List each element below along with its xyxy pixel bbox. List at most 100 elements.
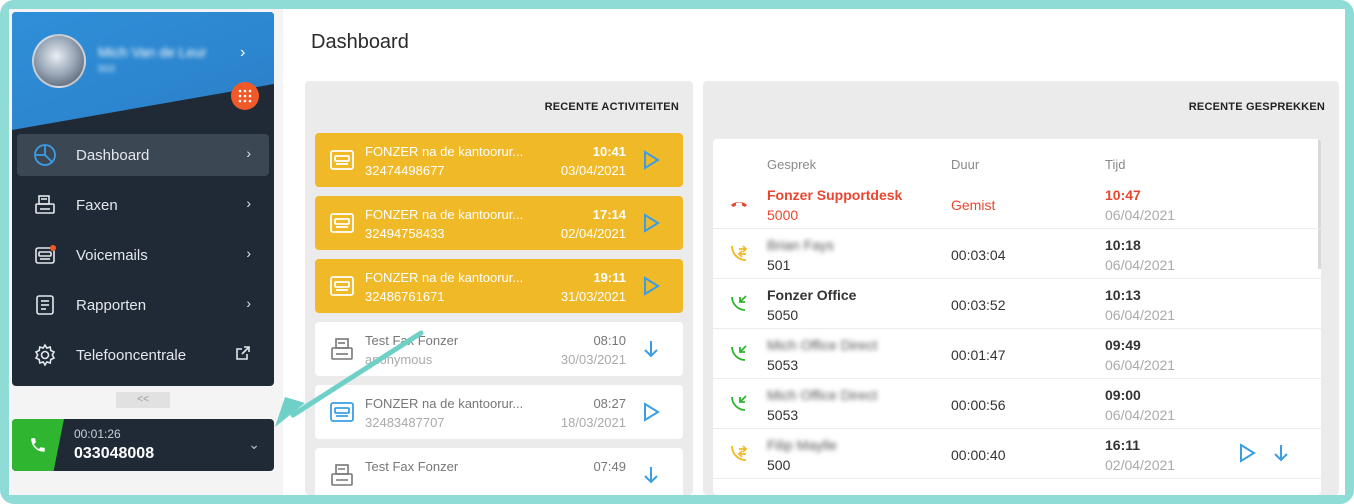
sidebar-item-label: Dashboard bbox=[76, 146, 150, 164]
play-icon[interactable] bbox=[641, 276, 661, 296]
sidebar-item-label: Rapporten bbox=[76, 296, 147, 314]
table-row[interactable]: Fonzer Office 5050 00:03:52 10:13 06/04/… bbox=[713, 279, 1321, 329]
call-date: 06/04/2021 bbox=[1105, 307, 1176, 323]
profile-name: Mich Van de Leur bbox=[98, 44, 207, 60]
transfer-call-icon bbox=[731, 245, 748, 261]
call-time: 09:49 bbox=[1105, 337, 1141, 353]
sidebar-item-voicemails[interactable]: Voicemails › bbox=[17, 234, 269, 276]
activity-time: 08:27 bbox=[593, 396, 626, 411]
avatar[interactable] bbox=[32, 34, 86, 88]
sidebar-item-label: Faxen bbox=[76, 196, 118, 214]
sidebar-collapse-button[interactable]: << bbox=[116, 392, 170, 408]
call-name: Filip Maylle bbox=[767, 437, 838, 453]
sidebar: Mich Van de Leur 503 › Dashboard › Faxen… bbox=[12, 12, 274, 386]
activity-date: 18/03/2021 bbox=[560, 415, 626, 430]
activity-time: 08:10 bbox=[593, 333, 626, 348]
profile-header[interactable]: Mich Van de Leur 503 › bbox=[12, 12, 274, 130]
voicemail-icon bbox=[330, 213, 354, 233]
activity-number: 32483487707 bbox=[365, 415, 445, 430]
table-row[interactable]: Mich Office Direct 5053 00:01:47 09:49 0… bbox=[713, 329, 1321, 379]
chevron-right-icon: › bbox=[246, 195, 251, 211]
call-time: 10:47 bbox=[1105, 187, 1141, 203]
activity-title: FONZER na de kantoorur... bbox=[365, 144, 524, 159]
call-date: 02/04/2021 bbox=[1105, 457, 1176, 473]
call-extension: 500 bbox=[767, 457, 791, 473]
play-icon[interactable] bbox=[641, 150, 661, 170]
download-icon[interactable] bbox=[641, 465, 661, 485]
sidebar-item-faxen[interactable]: Faxen › bbox=[17, 184, 269, 226]
settings-icon bbox=[30, 343, 60, 367]
activity-number: 32474498677 bbox=[365, 163, 445, 178]
activity-title: FONZER na de kantoorur... bbox=[365, 207, 524, 222]
profile-extension: 503 bbox=[98, 64, 115, 75]
fax-icon bbox=[30, 193, 60, 217]
call-extension: 5000 bbox=[767, 207, 799, 223]
activity-title: Test Fax Fonzer bbox=[365, 333, 459, 348]
activity-number: 32486761671 bbox=[365, 289, 445, 304]
call-extension: 5050 bbox=[767, 307, 799, 323]
dialpad-button[interactable] bbox=[231, 82, 259, 110]
sidebar-item-label: Telefooncentrale bbox=[76, 346, 187, 364]
recent-calls-panel: RECENTE GESPREKKEN Gesprek Duur Tijd Fon… bbox=[703, 81, 1339, 495]
activity-item[interactable]: FONZER na de kantoorur... 32474498677 10… bbox=[315, 133, 683, 187]
call-duration: 00:00:40 bbox=[951, 447, 1006, 463]
call-duration: 00:00:56 bbox=[951, 397, 1006, 413]
page-title: Dashboard bbox=[311, 31, 409, 53]
main-content: Dashboard RECENTE ACTIVITEITEN FONZER na… bbox=[283, 9, 1345, 495]
incoming-call-icon bbox=[731, 345, 747, 361]
call-time: 16:11 bbox=[1105, 437, 1141, 453]
panel-heading: RECENTE GESPREKKEN bbox=[1188, 101, 1325, 113]
sidebar-item-telefooncentrale[interactable]: Telefooncentrale bbox=[17, 334, 269, 376]
download-icon[interactable] bbox=[641, 339, 661, 359]
play-icon[interactable] bbox=[641, 402, 661, 422]
chevron-right-icon[interactable]: › bbox=[240, 44, 245, 62]
transfer-call-icon bbox=[731, 445, 748, 461]
sidebar-item-rapporten[interactable]: Rapporten › bbox=[17, 284, 269, 326]
activity-item[interactable]: Test Fax Fonzer anonymous 08:10 30/03/20… bbox=[315, 322, 683, 376]
activity-time: 19:11 bbox=[593, 270, 626, 285]
dashboard-icon bbox=[30, 143, 60, 167]
active-call-bar[interactable]: 00:01:26 033048008 ⌄ bbox=[12, 419, 274, 471]
app-window: Mich Van de Leur 503 › Dashboard › Faxen… bbox=[9, 9, 1345, 495]
column-header: Gesprek bbox=[767, 157, 817, 172]
activity-item[interactable]: FONZER na de kantoorur... 32483487707 08… bbox=[315, 385, 683, 439]
phone-icon[interactable] bbox=[12, 419, 64, 471]
sidebar-nav: Dashboard › Faxen › Voicemails › Rapport… bbox=[12, 134, 274, 384]
play-icon[interactable] bbox=[641, 213, 661, 233]
table-row[interactable]: Brian Fays 501 00:03:04 10:18 06/04/2021 bbox=[713, 229, 1321, 279]
call-date: 06/04/2021 bbox=[1105, 257, 1176, 273]
call-name: Fonzer Office bbox=[767, 287, 857, 303]
call-time: 10:18 bbox=[1105, 237, 1141, 253]
call-duration: 00:01:26 bbox=[74, 427, 121, 441]
table-row[interactable]: Mich Office Direct 5053 00:00:56 09:00 0… bbox=[713, 379, 1321, 429]
external-link-icon bbox=[235, 345, 251, 364]
activity-item[interactable]: Test Fax Fonzer 07:49 bbox=[315, 448, 683, 495]
activity-time: 07:49 bbox=[593, 459, 626, 474]
activity-date: 02/04/2021 bbox=[560, 226, 626, 241]
incoming-call-icon bbox=[731, 295, 747, 311]
table-row[interactable]: Fonzer Supportdesk 5000 Gemist 10:47 06/… bbox=[713, 179, 1321, 229]
call-date: 06/04/2021 bbox=[1105, 207, 1176, 223]
panel-heading: RECENTE ACTIVITEITEN bbox=[544, 101, 679, 113]
activity-title: Test Fax Fonzer bbox=[365, 459, 459, 474]
activity-title: FONZER na de kantoorur... bbox=[365, 396, 524, 411]
call-date: 06/04/2021 bbox=[1105, 357, 1176, 373]
voicemail-icon bbox=[30, 243, 60, 267]
call-name: Mich Office Direct bbox=[767, 387, 878, 403]
call-time: 10:13 bbox=[1105, 287, 1141, 303]
chevron-down-icon[interactable]: ⌄ bbox=[248, 436, 260, 453]
sidebar-item-dashboard[interactable]: Dashboard › bbox=[17, 134, 269, 176]
sidebar-item-label: Voicemails bbox=[76, 246, 148, 264]
activity-time: 10:41 bbox=[592, 144, 626, 159]
play-icon[interactable] bbox=[1237, 443, 1257, 463]
activity-date: 30/03/2021 bbox=[560, 352, 626, 367]
voicemail-icon bbox=[330, 276, 354, 296]
download-icon[interactable] bbox=[1271, 443, 1291, 463]
call-duration: 00:01:47 bbox=[951, 347, 1006, 363]
call-name: Brian Fays bbox=[767, 237, 834, 253]
activity-item[interactable]: FONZER na de kantoorur... 32486761671 19… bbox=[315, 259, 683, 313]
call-extension: 5053 bbox=[767, 407, 799, 423]
activity-item[interactable]: FONZER na de kantoorur... 32494758433 17… bbox=[315, 196, 683, 250]
table-row[interactable]: Filip Maylle 500 00:00:40 16:11 02/04/20… bbox=[713, 429, 1321, 479]
call-name: Mich Office Direct bbox=[767, 337, 878, 353]
